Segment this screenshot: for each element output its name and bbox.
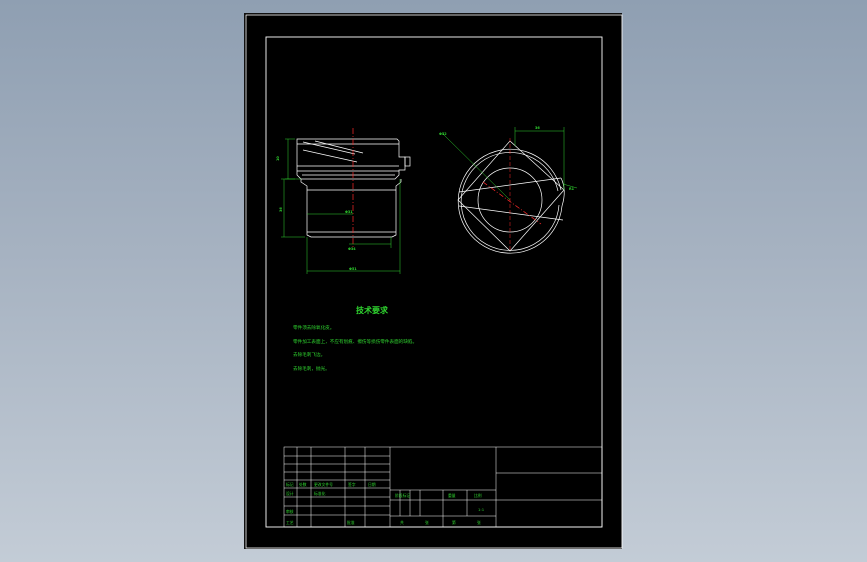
- tb-scale: 比例: [474, 493, 482, 498]
- front-key-tab: [404, 156, 411, 167]
- tb-mark: 标记: [286, 482, 294, 487]
- tech-requirements-title: 技术要求: [356, 305, 389, 315]
- dim-height-top: 10: [276, 156, 280, 161]
- side-centerline: [482, 181, 542, 225]
- tech-note-2: 零件加工表面上，不应有划痕、擦伤等损伤零件表面的缺陷。: [293, 338, 417, 345]
- dim-bottom-diameter: Φ34: [348, 247, 356, 251]
- front-slot-line-2: [302, 149, 358, 163]
- tb-sheet-of: 第: [452, 520, 456, 525]
- tb-sheet-unit-2: 张: [477, 520, 481, 525]
- side-slot-line-2: [458, 205, 564, 221]
- tb-scale-value: 1:1: [478, 507, 485, 512]
- tb-approve: 批准: [347, 520, 355, 525]
- dim-circle-diameter: Φ52: [439, 132, 447, 136]
- tech-note-1: 零件须去除氧化皮。: [293, 324, 334, 331]
- tb-standard: 标准化: [314, 491, 326, 496]
- front-slot-line-3: [314, 140, 364, 154]
- tb-sign: 签字: [348, 482, 356, 487]
- front-dimensions: [281, 138, 401, 274]
- tb-change-doc: 更改文件号: [314, 482, 333, 487]
- tb-stage-mark: 阶段标记: [395, 493, 410, 498]
- tb-sheet-unit: 张: [425, 520, 429, 525]
- tech-note-4: 去除毛刺，抛光。: [293, 365, 330, 372]
- tb-weight: 重量: [448, 493, 456, 498]
- tb-sheet-total: 共: [400, 520, 404, 525]
- tb-date: 日期: [368, 482, 376, 487]
- front-head-outline: [296, 138, 406, 180]
- title-block-labels: 标记 处数 更改文件号 签字 日期 设计 标准化 审核 工艺 批准 阶段标记 重…: [286, 482, 485, 525]
- tech-note-3: 去除毛刺飞边。: [293, 351, 325, 358]
- inner-frame: [265, 36, 603, 528]
- tb-process: 工艺: [286, 520, 294, 525]
- side-view: [457, 140, 565, 254]
- outer-border: [245, 14, 623, 549]
- dim-inner-diameter: Φ31: [345, 210, 353, 214]
- dim-flat-width: 36: [535, 126, 540, 130]
- tb-design: 设计: [286, 491, 294, 496]
- dim-overall-diameter: Φ51: [349, 267, 357, 271]
- drawing-sheet: 10 36 Φ31 Φ34 Φ51 36 Φ52 R1 技术要求 零件须去除氧化…: [244, 13, 623, 549]
- cad-drawing: 10 36 Φ31 Φ34 Φ51 36 Φ52 R1 技术要求 零件须去除氧化…: [245, 14, 623, 549]
- title-block: [283, 446, 603, 528]
- front-body-outline: [300, 179, 402, 238]
- dim-height-body: 36: [279, 207, 283, 212]
- tb-count: 处数: [299, 482, 307, 487]
- front-view: [296, 138, 411, 238]
- tb-review: 审核: [286, 509, 294, 514]
- dim-radius: R1: [569, 187, 575, 191]
